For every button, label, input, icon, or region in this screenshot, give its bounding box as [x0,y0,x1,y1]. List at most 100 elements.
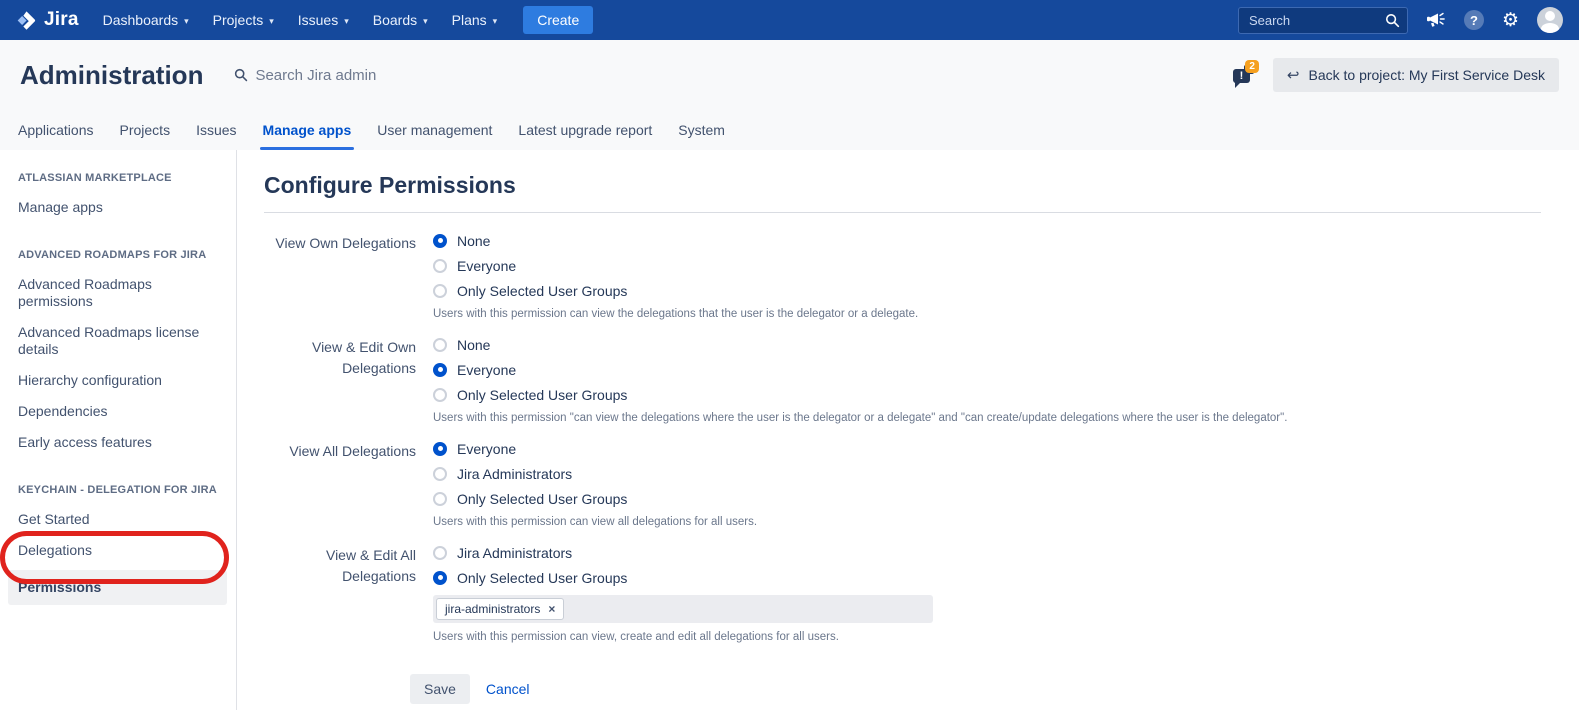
search-input[interactable] [1238,7,1408,34]
user-avatar[interactable] [1537,7,1563,33]
notification-badge: 2 [1245,60,1259,73]
back-button-label: Back to project: My First Service Desk [1308,67,1545,83]
permissions-form: View Own Delegations None Everyone Only … [264,233,1541,704]
radio-option-none[interactable]: None [433,233,1541,248]
radio-option-only-selected-user-groups[interactable]: Only Selected User Groups [433,570,1541,585]
chevron-down-icon: ▾ [269,14,274,27]
gear-icon[interactable]: ⚙ [1502,11,1519,30]
tab-latest-upgrade-report[interactable]: Latest upgrade report [518,122,652,150]
radio-selected-icon[interactable] [433,571,447,585]
group-label: View All Delegations [264,441,416,545]
top-navbar: Jira Dashboards▾ Projects▾ Issues▾ Board… [0,0,1579,40]
sidebar-item-permissions[interactable]: Permissions [8,570,227,605]
radio-option-only-selected-user-groups[interactable]: Only Selected User Groups [433,283,1541,298]
radio-option-jira-administrators[interactable]: Jira Administrators [433,545,1541,560]
sidebar-item-advanced-roadmaps-license-details[interactable]: Advanced Roadmaps license details [0,317,218,365]
radio-option-everyone[interactable]: Everyone [433,362,1541,377]
radio-option-none[interactable]: None [433,337,1541,352]
tag-label: jira-administrators [445,602,540,616]
radio-selected-icon[interactable] [433,363,447,377]
sidebar-item-early-access-features[interactable]: Early access features [0,427,236,458]
tag-jira-administrators: jira-administrators × [436,598,564,620]
navbar-item-dashboards[interactable]: Dashboards▾ [91,0,201,40]
navbar-menu: Dashboards▾ Projects▾ Issues▾ Boards▾ Pl… [91,0,510,40]
radio-icon[interactable] [433,338,447,352]
sidebar-item-hierarchy-configuration[interactable]: Hierarchy configuration [0,365,236,396]
admin-search-input[interactable] [255,67,475,84]
navbar-item-projects[interactable]: Projects▾ [201,0,286,40]
sidebar-section-advanced-roadmaps: ADVANCED ROADMAPS FOR JIRA [0,249,236,261]
tab-applications[interactable]: Applications [18,122,94,150]
form-group-view-own-delegations: View Own Delegations None Everyone Only … [264,233,1541,337]
navbar-item-boards[interactable]: Boards▾ [361,0,440,40]
back-to-project-button[interactable]: ↩ Back to project: My First Service Desk [1273,58,1559,92]
sidebar-item-delegations[interactable]: Delegations [0,535,236,566]
form-group-view-edit-own-delegations: View & Edit Own Delegations None Everyon… [264,337,1541,441]
admin-search [234,67,475,84]
help-icon[interactable]: ? [1464,10,1484,30]
radio-icon[interactable] [433,388,447,402]
chevron-down-icon: ▾ [344,14,349,27]
jira-logo-text: Jira [44,9,79,31]
navbar-item-plans[interactable]: Plans▾ [440,0,510,40]
search-icon[interactable] [1385,13,1400,33]
chevron-down-icon: ▾ [184,14,189,27]
radio-icon[interactable] [433,259,447,273]
helper-text: Users with this permission "can view the… [433,412,1541,424]
sidebar-section-keychain-delegation: KEYCHAIN - DELEGATION FOR JIRA [0,484,236,496]
jira-logo[interactable]: Jira [16,9,79,31]
helper-text: Users with this permission can view all … [433,516,1541,528]
admin-header: Administration ! 2 ↩ Back to project: My… [0,40,1579,110]
navbar-search [1238,7,1408,34]
tab-projects[interactable]: Projects [120,122,171,150]
form-group-view-edit-all-delegations: View & Edit All Delegations Jira Adminis… [264,545,1541,660]
header-right: ! 2 ↩ Back to project: My First Service … [1231,58,1559,92]
chevron-down-icon: ▾ [423,14,428,27]
tab-user-management[interactable]: User management [377,122,492,150]
page-heading: Configure Permissions [264,172,1541,213]
radio-icon[interactable] [433,284,447,298]
navbar-right: ? ⚙ [1238,7,1563,34]
group-label: View & Edit All Delegations [264,545,416,660]
sidebar-item-dependencies[interactable]: Dependencies [0,396,236,427]
tab-system[interactable]: System [678,122,725,150]
form-group-view-all-delegations: View All Delegations Everyone Jira Admin… [264,441,1541,545]
sidebar-item-get-started[interactable]: Get Started [0,504,236,535]
radio-icon[interactable] [433,546,447,560]
navbar-item-issues[interactable]: Issues▾ [286,0,361,40]
radio-selected-icon[interactable] [433,234,447,248]
radio-icon[interactable] [433,492,447,506]
radio-option-everyone[interactable]: Everyone [433,258,1541,273]
chevron-down-icon: ▾ [493,14,498,27]
radio-option-everyone[interactable]: Everyone [433,441,1541,456]
remove-tag-icon[interactable]: × [548,603,555,615]
cancel-link[interactable]: Cancel [486,681,530,697]
search-icon [234,68,248,82]
create-button[interactable]: Create [523,6,593,34]
sidebar-item-advanced-roadmaps-permissions[interactable]: Advanced Roadmaps permissions [0,269,210,317]
helper-text: Users with this permission can view the … [433,308,1541,320]
page-title: Administration [20,60,203,91]
radio-option-only-selected-user-groups[interactable]: Only Selected User Groups [433,387,1541,402]
tab-manage-apps[interactable]: Manage apps [263,122,352,150]
main-content: Configure Permissions View Own Delegatio… [238,150,1579,710]
notifications-icon[interactable]: ! 2 [1231,61,1261,89]
helper-text: Users with this permission can view, cre… [433,631,1541,643]
sidebar-section-atlassian-marketplace: ATLASSIAN MARKETPLACE [0,172,236,184]
group-label: View Own Delegations [264,233,416,337]
radio-option-only-selected-user-groups[interactable]: Only Selected User Groups [433,491,1541,506]
radio-selected-icon[interactable] [433,442,447,456]
radio-icon[interactable] [433,467,447,481]
group-label: View & Edit Own Delegations [264,337,416,441]
admin-tabbar: Applications Projects Issues Manage apps… [0,110,1579,150]
jira-logo-icon [16,10,37,31]
user-groups-tag-input[interactable]: jira-administrators × [433,595,933,623]
save-button[interactable]: Save [410,674,470,704]
form-actions: Save Cancel [410,674,1541,704]
admin-sidebar: ATLASSIAN MARKETPLACE Manage apps ADVANC… [0,150,237,710]
return-arrow-icon: ↩ [1287,68,1300,83]
megaphone-icon[interactable] [1426,11,1446,29]
tab-issues[interactable]: Issues [196,122,236,150]
radio-option-jira-administrators[interactable]: Jira Administrators [433,466,1541,481]
sidebar-item-manage-apps[interactable]: Manage apps [0,192,236,223]
